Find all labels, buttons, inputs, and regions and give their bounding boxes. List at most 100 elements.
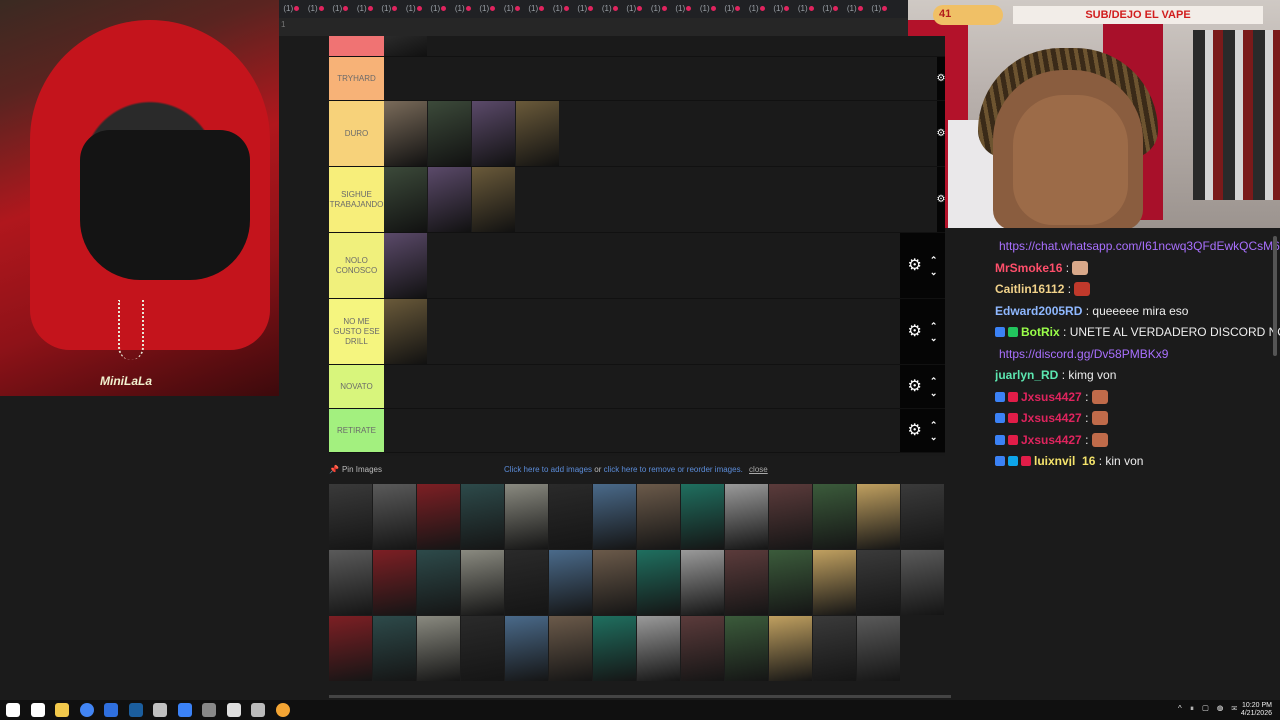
browser-tab[interactable]: (1) [720,0,745,18]
pool-image[interactable] [329,616,372,681]
browser-tab[interactable]: (1) [402,0,427,18]
gear-icon[interactable]: ⚙ [937,71,946,87]
pool-image[interactable] [901,550,944,615]
browser-tab[interactable]: (1) [867,0,892,18]
windows-icon[interactable] [6,703,20,717]
app2-icon[interactable] [251,703,265,717]
chevron-up-icon[interactable]: ⌃ [930,320,938,332]
pool-image[interactable] [549,484,592,549]
chat-username[interactable]: MrSmoke16 [995,261,1062,275]
chat-username[interactable]: Edward2005RD [995,304,1082,318]
pool-image[interactable] [725,616,768,681]
tier-item-image[interactable] [472,101,515,166]
browser-tab[interactable]: (1) [304,0,329,18]
pool-image[interactable] [329,484,372,549]
tier-label[interactable] [329,36,384,56]
tier-label[interactable]: TRYHARD [329,57,384,100]
tier-label[interactable]: DURO [329,101,384,166]
pool-image[interactable] [461,484,504,549]
chevron-up-icon[interactable]: ⌃ [930,375,938,387]
pool-image[interactable] [857,616,900,681]
browser-tab[interactable]: (1) [647,0,672,18]
chevron-down-icon[interactable]: ⌄ [930,266,938,278]
tier-item-image[interactable] [428,101,471,166]
pool-image[interactable] [549,616,592,681]
pin-images-label[interactable]: Pin Images [342,465,382,474]
pool-image[interactable] [461,616,504,681]
pool-image[interactable] [549,550,592,615]
tier-label[interactable]: NOLO CONOSCO [329,233,384,298]
pool-image[interactable] [637,484,680,549]
pool-image[interactable] [769,550,812,615]
system-tray[interactable]: ^ ⏸ ▢ ◍ ✉ [1178,704,1240,714]
pool-image[interactable] [373,484,416,549]
browser-tab[interactable]: (1) [328,0,353,18]
pool-image[interactable] [505,484,548,549]
horizontal-scrollbar[interactable] [329,695,951,698]
chrome-icon[interactable] [79,703,94,717]
tier-label[interactable]: RETIRATE [329,409,384,452]
store-icon[interactable] [104,703,118,717]
chevron-down-icon[interactable]: ⌄ [930,332,938,344]
chat-username[interactable]: BotRix [1021,325,1060,339]
browser-tab[interactable]: (1) [769,0,794,18]
browser-tab[interactable]: (1) [524,0,549,18]
close-link[interactable]: close [749,465,768,474]
pool-image[interactable] [857,550,900,615]
chat-username[interactable]: Jxsus4427 [1021,390,1082,404]
browser-tab[interactable]: (1) [549,0,574,18]
browser-tab[interactable]: (1) [622,0,647,18]
chat-username[interactable]: luixnvjl_16 [1034,454,1095,466]
add-images-link[interactable]: Click here to add images [504,465,592,474]
browser-tab[interactable]: (1) [573,0,598,18]
app-icon[interactable] [202,703,216,717]
gear-icon[interactable]: ⚙ [937,192,946,208]
pool-image[interactable] [373,550,416,615]
pool-image[interactable] [461,550,504,615]
tier-label[interactable]: NOVATO [329,365,384,408]
gear-icon[interactable]: ⚙ [908,323,922,340]
chevron-down-icon[interactable]: ⌄ [930,431,938,443]
pool-image[interactable] [813,616,856,681]
pool-image[interactable] [681,484,724,549]
calculator-icon[interactable] [226,703,241,717]
remove-reorder-link[interactable]: click here to remove or reorder images. [604,465,743,474]
browser-tab[interactable]: (1) [745,0,770,18]
steam-icon[interactable] [128,703,143,717]
browser-tab[interactable]: (1) [500,0,525,18]
gear-icon[interactable]: ⚙ [908,422,922,439]
chat-scrollbar[interactable] [1273,236,1277,356]
pool-image[interactable] [725,484,768,549]
pool-image[interactable] [857,484,900,549]
pool-image[interactable] [769,484,812,549]
gear-icon[interactable]: ⚙ [908,378,922,395]
pool-image[interactable] [769,616,812,681]
chat-username[interactable]: juarlyn_RD [995,368,1058,382]
browser-tab[interactable]: (1) [377,0,402,18]
browser-tab[interactable]: (1) [279,0,304,18]
browser-tab[interactable]: (1) [598,0,623,18]
chevron-up-icon[interactable]: ⌃ [930,419,938,431]
tier-item-image[interactable] [384,101,427,166]
chrome2-icon[interactable] [275,703,290,717]
clock[interactable]: 10:20 PM 4/21/2026 [1241,702,1272,718]
browser-tab[interactable]: (1) [426,0,451,18]
tier-label[interactable]: SIGHUE TRABAJANDO [329,167,384,232]
browser-tab[interactable]: (1) [353,0,378,18]
pool-image[interactable] [417,616,460,681]
pool-image[interactable] [593,484,636,549]
tier-item-image[interactable] [472,167,515,232]
pool-image[interactable] [505,550,548,615]
tier-item-image[interactable] [384,167,427,232]
browser-tab[interactable]: (1) [671,0,696,18]
tier-item-image[interactable] [428,167,471,232]
pool-image[interactable] [373,616,416,681]
browser-tab[interactable]: (1) [843,0,868,18]
pool-image[interactable] [329,550,372,615]
chevron-down-icon[interactable]: ⌄ [930,387,938,399]
pool-image[interactable] [637,616,680,681]
chevron-up-icon[interactable]: ⌃ [930,254,938,266]
chat-link[interactable]: https://discord.gg/Dv58PMBKx9 [999,347,1168,361]
chat-link[interactable]: https://chat.whatsapp.com/I61ncwq3QFdEwk… [999,239,1280,253]
pool-image[interactable] [681,550,724,615]
